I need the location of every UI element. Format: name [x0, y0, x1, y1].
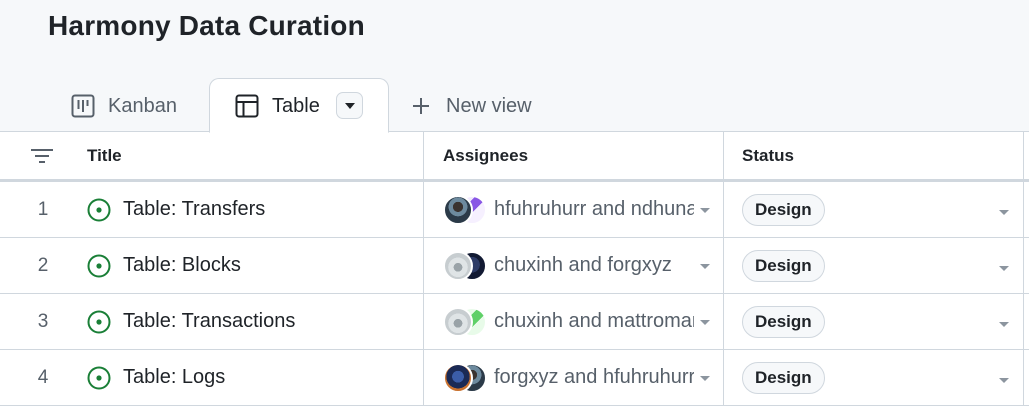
status-badge: Design — [742, 361, 825, 394]
tab-kanban-label: Kanban — [108, 94, 177, 117]
item-title[interactable]: Table: Blocks — [123, 254, 241, 277]
assignee-avatars — [443, 194, 489, 225]
title-cell[interactable]: Table: Transfers — [86, 182, 422, 237]
status-badge: Design — [742, 305, 825, 338]
chevron-down-icon[interactable] — [700, 320, 710, 325]
status-cell[interactable]: Design — [742, 350, 1022, 405]
status-badge: Design — [742, 193, 825, 226]
issue-open-icon — [86, 309, 112, 335]
tab-table-label: Table — [272, 94, 320, 117]
assignee-avatars — [443, 362, 489, 393]
chevron-down-icon[interactable] — [999, 322, 1009, 327]
row-number: 4 — [37, 366, 49, 388]
avatar — [443, 250, 473, 281]
sort-filter-icon[interactable] — [29, 132, 55, 180]
column-header-assignees[interactable]: Assignees — [443, 132, 528, 180]
assignees-text: chuxinh and forgxyz — [494, 254, 672, 276]
table-row[interactable]: 3 Table: Transactions chuxinh and mattro… — [0, 294, 1029, 350]
row-number: 3 — [37, 310, 49, 332]
assignees-cell[interactable]: hfuhruhurr and ndhuna — [443, 182, 721, 237]
assignee-avatars — [443, 250, 489, 281]
view-options-button[interactable] — [336, 92, 363, 119]
item-title[interactable]: Table: Logs — [123, 366, 225, 389]
column-header-status[interactable]: Status — [742, 132, 794, 180]
status-badge: Design — [742, 249, 825, 282]
table-header: Title Assignees Status — [0, 132, 1029, 182]
item-title[interactable]: Table: Transfers — [123, 198, 265, 221]
status-cell[interactable]: Design — [742, 238, 1022, 293]
item-title[interactable]: Table: Transactions — [123, 310, 295, 333]
chevron-down-icon[interactable] — [700, 264, 710, 269]
kanban-icon — [70, 93, 96, 119]
table-row[interactable]: 1 Table: Transfers hfuhruhurr and ndhuna… — [0, 182, 1029, 238]
status-cell[interactable]: Design — [742, 182, 1022, 237]
plus-icon — [408, 93, 434, 119]
issue-open-icon — [86, 197, 112, 223]
assignee-avatars — [443, 306, 489, 337]
table-row[interactable]: 2 Table: Blocks chuxinh and forgxyz Desi… — [0, 238, 1029, 294]
tab-table[interactable]: Table — [209, 78, 389, 133]
title-cell[interactable]: Table: Blocks — [86, 238, 422, 293]
chevron-down-icon[interactable] — [999, 266, 1009, 271]
chevron-down-icon[interactable] — [999, 378, 1009, 383]
avatar — [443, 362, 473, 393]
new-view-label: New view — [446, 94, 532, 117]
assignees-text: forgxyz and hfuhruhurr — [494, 366, 694, 388]
issue-open-icon — [86, 365, 112, 391]
title-cell[interactable]: Table: Logs — [86, 350, 422, 405]
assignees-text: chuxinh and mattromanis — [494, 310, 694, 332]
row-number: 2 — [37, 254, 49, 276]
table-icon — [234, 93, 260, 119]
avatar — [443, 306, 473, 337]
project-header: Harmony Data Curation Kanban Table New v… — [0, 0, 1029, 133]
avatar — [443, 194, 473, 225]
triangle-down-icon — [344, 102, 355, 109]
project-table: Title Assignees Status 1 Table: Transfer… — [0, 132, 1029, 406]
row-number: 1 — [37, 198, 49, 220]
table-row[interactable]: 4 Table: Logs forgxyz and hfuhruhurr Des… — [0, 350, 1029, 406]
status-cell[interactable]: Design — [742, 294, 1022, 349]
assignees-cell[interactable]: chuxinh and mattromanis — [443, 294, 721, 349]
new-view-button[interactable]: New view — [408, 78, 532, 133]
assignees-cell[interactable]: chuxinh and forgxyz — [443, 238, 721, 293]
issue-open-icon — [86, 253, 112, 279]
chevron-down-icon[interactable] — [700, 376, 710, 381]
chevron-down-icon[interactable] — [700, 208, 710, 213]
title-cell[interactable]: Table: Transactions — [86, 294, 422, 349]
chevron-down-icon[interactable] — [999, 210, 1009, 215]
tab-kanban[interactable]: Kanban — [70, 78, 177, 133]
assignees-cell[interactable]: forgxyz and hfuhruhurr — [443, 350, 721, 405]
assignees-text: hfuhruhurr and ndhuna — [494, 198, 694, 220]
column-header-title[interactable]: Title — [87, 132, 122, 180]
project-title: Harmony Data Curation — [48, 10, 365, 41]
